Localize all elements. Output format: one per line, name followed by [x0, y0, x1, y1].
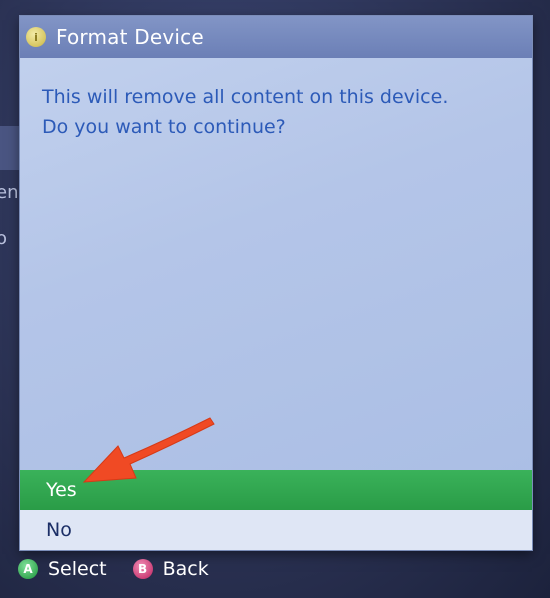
- yes-option-label: Yes: [46, 479, 77, 501]
- select-hint[interactable]: Select: [48, 558, 107, 580]
- yes-option[interactable]: Yes: [20, 470, 532, 510]
- dialog-title-bar: i Format Device: [20, 16, 532, 58]
- controller-hints: A Select B Back: [18, 556, 209, 582]
- b-button-icon: B: [132, 559, 153, 579]
- format-device-dialog: i Format Device This will remove all con…: [20, 16, 532, 550]
- screen: en o i Format Device This will remove al…: [0, 0, 550, 598]
- dialog-title: Format Device: [56, 25, 204, 49]
- background-menu-highlight: [0, 126, 20, 170]
- background-text-fragment: o: [0, 228, 8, 249]
- a-button-icon: A: [18, 559, 38, 579]
- back-hint[interactable]: Back: [163, 558, 209, 580]
- no-option-label: No: [46, 519, 72, 541]
- no-option[interactable]: No: [20, 510, 532, 550]
- background-text-fragment: en: [0, 182, 19, 203]
- message-line: This will remove all content on this dev…: [42, 86, 449, 108]
- info-icon: i: [26, 27, 46, 47]
- message-line: Do you want to continue?: [42, 116, 286, 138]
- dialog-message: This will remove all content on this dev…: [42, 82, 512, 142]
